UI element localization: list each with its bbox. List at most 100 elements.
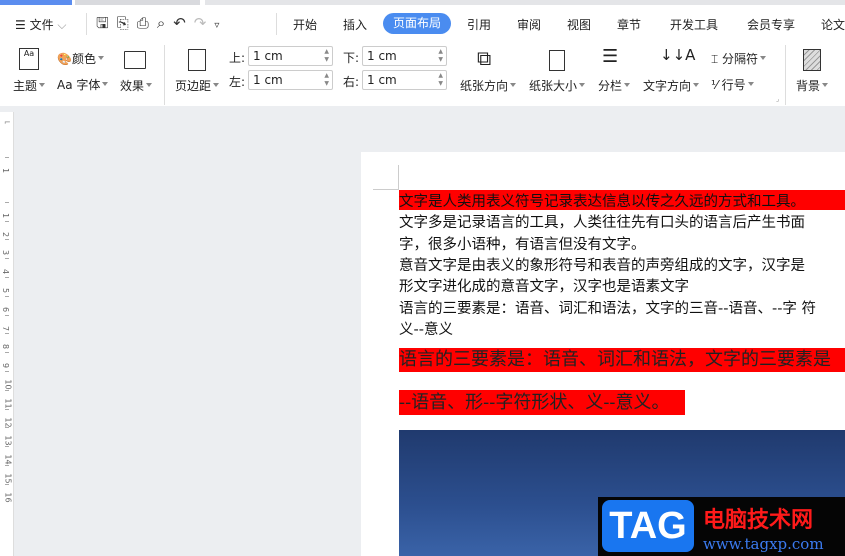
more-icon[interactable]: ▿ xyxy=(214,20,227,31)
tab-section[interactable]: 章节 xyxy=(617,16,641,33)
ruler-number: 4 xyxy=(1,269,11,275)
ruler-tick xyxy=(5,157,9,158)
export-icon[interactable]: ⎘ xyxy=(117,14,137,32)
file-menu[interactable]: ☰ 文件 ⌵ xyxy=(15,16,67,33)
text-direction-icon[interactable]: ↓↓A xyxy=(660,46,695,64)
undo-icon[interactable]: ↶ xyxy=(173,14,194,32)
ruler-number: 14 xyxy=(3,454,13,465)
highlighted-paragraph[interactable]: 文字是人类用表义符号记录表达信息以传之久远的方式和工具。 xyxy=(399,190,845,210)
window-tab[interactable] xyxy=(75,0,200,5)
ruler-tick xyxy=(5,220,9,222)
ruler-number: 1 xyxy=(1,167,11,174)
ruler-number: 5 xyxy=(1,287,11,294)
paragraph-line[interactable]: 语言的三要素是：语音、词汇和语法，文字的三音--语音、--字 符 xyxy=(399,297,816,318)
line-numbers-icon: ⅟ xyxy=(711,78,722,92)
orientation-button[interactable]: 纸张方向 xyxy=(460,77,517,94)
line-numbers-button[interactable]: ⅟ 行号 xyxy=(711,76,754,93)
ruler-number: 12 xyxy=(3,417,13,428)
orientation-icon[interactable]: ⧉ xyxy=(477,46,491,70)
ruler-tick xyxy=(5,427,9,429)
tab-thesis[interactable]: 论文 xyxy=(821,16,845,33)
window-tab-active[interactable] xyxy=(0,0,72,5)
bottom-margin-input[interactable]: 1 cm ▲ ▼ xyxy=(362,46,447,66)
ruler-number: 10 xyxy=(3,379,13,390)
preview-icon[interactable]: ⌕ xyxy=(157,14,173,32)
save-icon[interactable]: 🖫 xyxy=(96,14,117,32)
ruler-tick xyxy=(5,483,9,485)
ruler-tick xyxy=(5,239,9,241)
effect-button[interactable]: 效果 xyxy=(120,77,153,94)
dialog-launcher-icon[interactable]: ⌟ xyxy=(776,95,779,103)
paragraph-line[interactable]: 字，很多小语种，有语言但没有文字。 xyxy=(399,233,646,254)
columns-button[interactable]: 分栏 xyxy=(598,77,631,94)
ruler-tick xyxy=(5,352,9,354)
right-margin-label: 右: xyxy=(343,75,360,89)
theme-icon[interactable]: Aa xyxy=(19,48,39,70)
paragraph-line[interactable]: 文字多是记录语言的工具，人类往往先有口头的语言后产生书面 xyxy=(399,211,805,232)
watermark-tag: TAG xyxy=(602,500,694,552)
margin-mark xyxy=(398,165,399,190)
window-tab-strip-bg xyxy=(205,0,845,5)
top-margin-label: 上: xyxy=(229,51,246,65)
ruler-number: 8 xyxy=(1,344,11,350)
paper-size-button[interactable]: 纸张大小 xyxy=(529,77,586,94)
margin-mark xyxy=(373,189,399,190)
ruler-number: 13 xyxy=(3,435,13,446)
ruler-tick xyxy=(5,465,9,466)
tab-insert[interactable]: 插入 xyxy=(343,16,367,33)
ruler-tick xyxy=(5,258,9,260)
redo-icon[interactable]: ↷ xyxy=(194,14,215,32)
ruler-tick xyxy=(5,389,9,391)
ruler-tick xyxy=(5,371,9,372)
file-label: 文件 xyxy=(29,18,54,32)
margins-button[interactable]: 页边距 xyxy=(175,77,220,94)
bottom-margin-label: 下: xyxy=(343,51,360,65)
ruler-number: 11 xyxy=(3,398,13,409)
ruler-number: 16 xyxy=(3,492,13,503)
divider xyxy=(86,13,87,35)
watermark-cn: 电脑技术网 xyxy=(703,508,814,533)
highlighted-heading[interactable]: 语言的三要素是：语音、词汇和语法，文字的三要素是 xyxy=(399,348,845,372)
top-margin-input[interactable]: 1 cm ▲ ▼ xyxy=(248,46,333,66)
palette-icon: 🎨 xyxy=(57,52,72,66)
effect-icon[interactable] xyxy=(124,51,146,69)
ruler-tick xyxy=(5,333,9,335)
paragraph-line[interactable]: 形文字进化成的意音文字，汉字也是语素文字 xyxy=(399,275,689,296)
paragraph-line[interactable]: 意音文字是由表义的象形符号和表音的声旁组成的文字，汉字是 xyxy=(399,254,805,275)
spinner-icon: ▲ ▼ xyxy=(324,48,329,63)
tab-home[interactable]: 开始 xyxy=(293,16,317,33)
margins-icon[interactable] xyxy=(188,49,206,71)
breaks-button[interactable]: ⌶ 分隔符 xyxy=(711,50,767,67)
tab-developer[interactable]: 开发工具 xyxy=(670,16,718,33)
theme-button[interactable]: 主题 xyxy=(13,77,46,94)
paper-size-icon[interactable] xyxy=(549,50,565,71)
columns-icon[interactable]: ☰ xyxy=(602,46,618,67)
breaks-icon: ⌶ xyxy=(711,52,723,66)
tab-references[interactable]: 引用 xyxy=(467,16,491,33)
ruler-tick xyxy=(5,446,9,448)
ruler-number: 6 xyxy=(1,306,11,312)
print-icon[interactable]: ⎙ xyxy=(137,14,157,32)
tab-view[interactable]: 视图 xyxy=(567,16,591,33)
ruler-number: 9 xyxy=(1,363,11,369)
font-button[interactable]: Aa 字体 xyxy=(57,76,109,93)
tab-page-layout[interactable]: 页面布局 xyxy=(383,13,451,34)
color-button[interactable]: 🎨颜色 xyxy=(57,50,104,67)
left-margin-input[interactable]: 1 cm ▲ ▼ xyxy=(248,70,333,90)
ruler-number: 7 xyxy=(1,325,11,331)
text-direction-button[interactable]: 文字方向 xyxy=(643,77,700,94)
ruler-number: 15 xyxy=(3,473,13,484)
spinner-icon: ▲ ▼ xyxy=(438,72,443,87)
ruler-corner: ⌐ xyxy=(4,118,11,127)
background-icon[interactable] xyxy=(803,49,821,71)
divider xyxy=(276,13,277,35)
paragraph-line[interactable]: 义--意义 xyxy=(399,318,453,339)
chevron-down-icon: ⌵ xyxy=(57,18,67,32)
ruler-number: 2 xyxy=(1,231,11,237)
background-button[interactable]: 背景 xyxy=(796,77,829,94)
divider xyxy=(785,45,786,105)
right-margin-input[interactable]: 1 cm ▲ ▼ xyxy=(362,70,447,90)
highlighted-heading[interactable]: --语音、形--字符形状、义--意义。 xyxy=(399,390,685,415)
tab-review[interactable]: 审阅 xyxy=(517,16,541,33)
tab-member[interactable]: 会员专享 xyxy=(747,16,795,33)
